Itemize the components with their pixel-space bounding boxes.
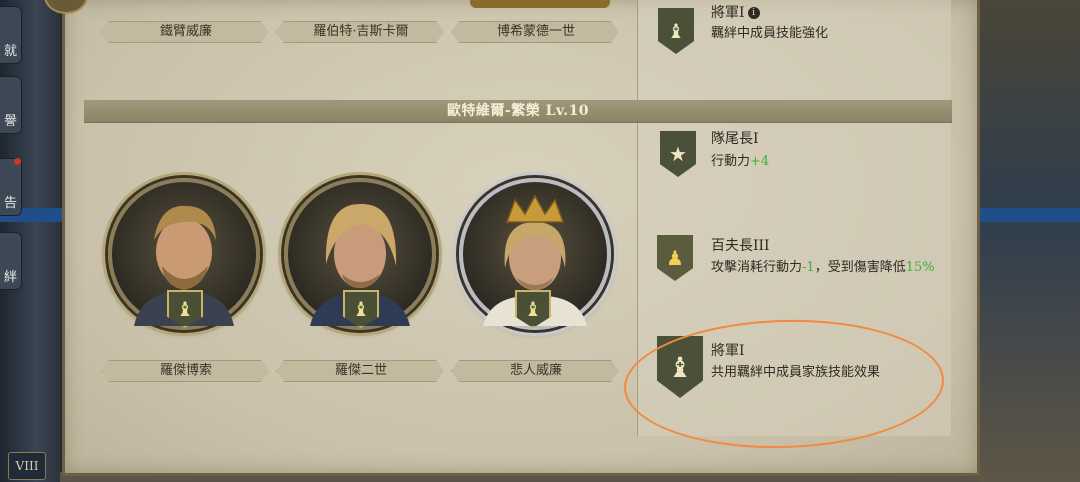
sidebar-tab-3[interactable]: 告: [0, 158, 22, 216]
sidebar-tab-label: 譽: [3, 114, 17, 129]
notification-dot: [14, 158, 21, 165]
column-divider: [637, 0, 638, 436]
sidebar-tab-label: 絆: [3, 270, 17, 285]
rank-title-text: 將軍I: [711, 5, 745, 21]
rank-description: 攻擊消耗行動力-1，受到傷害降低15%: [711, 256, 935, 275]
section-title: 歐特維爾-繁榮 Lv.10: [84, 100, 952, 122]
stat-bonus: 15%: [905, 260, 935, 275]
top-ornament: [470, 0, 610, 8]
stat-bonus: +4: [750, 154, 770, 169]
rank-description: 羈絆中成員技能強化: [711, 26, 829, 41]
rank-description: 共用羈絆中成員家族技能效果: [711, 365, 881, 380]
level-badge: VIII: [8, 452, 46, 480]
divider: [84, 122, 952, 123]
pawn-icon: ♟: [666, 246, 684, 270]
rank-title: 將軍I: [711, 343, 745, 359]
member-name-plate: 羅傑博索: [101, 360, 269, 382]
bishop-icon: ♝: [667, 350, 693, 384]
sidebar-tab-1[interactable]: 就: [0, 6, 22, 64]
sidebar-tab-2[interactable]: 譽: [0, 76, 22, 134]
rank-description: 行動力+4: [711, 150, 769, 169]
member-name-plate: 悲人威廉: [451, 360, 619, 382]
sidebar-tab-label: 就: [3, 44, 17, 59]
rank-title: 隊尾長I: [711, 131, 759, 147]
sidebar-tab-4[interactable]: 絆: [0, 232, 22, 290]
desc-text: 行動力: [711, 154, 751, 169]
member-name-plate: 鐵臂威廉: [101, 21, 269, 43]
member-name-plate: 博希蒙德一世: [451, 21, 619, 43]
desc-text: 攻擊消耗行動力: [711, 260, 803, 275]
rank-title: 將軍I i: [711, 2, 760, 22]
stat-bonus: -1: [802, 260, 815, 275]
member-name-plate: 羅伯特·吉斯卡爾: [276, 21, 444, 43]
info-icon[interactable]: i: [747, 7, 760, 19]
member-name-plate: 羅傑二世: [276, 360, 444, 382]
right-background: [980, 0, 1080, 482]
rank-title: 百夫長III: [711, 238, 770, 254]
desc-text: ，受到傷害降低: [814, 260, 906, 275]
sidebar-tab-label: 告: [3, 196, 17, 211]
background-stripe: [980, 208, 1080, 222]
star-icon: ★: [669, 142, 687, 166]
